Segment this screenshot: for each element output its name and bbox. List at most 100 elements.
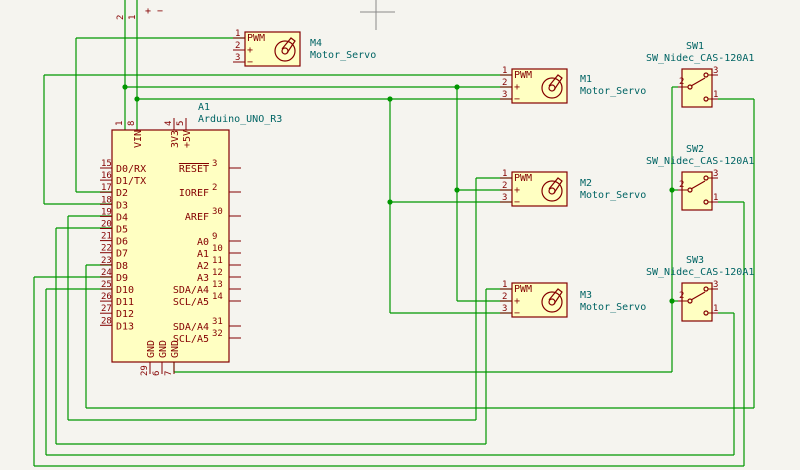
arduino-pin-num: 17 xyxy=(101,183,112,193)
switch-sw2[interactable]: SW2SW_Nidec_CAS-120A1 2 3 1 xyxy=(646,144,754,211)
arduino-pin-num: 18 xyxy=(101,195,112,205)
servo-plus-label: + xyxy=(514,185,520,196)
servo-pin-num: 2 xyxy=(502,181,507,191)
servo-pin-num: 3 xyxy=(502,193,507,203)
servo-m2[interactable]: 1 2 3 PWM+− M2Motor_Servo xyxy=(500,169,646,208)
arduino-pin-name: D5 xyxy=(116,225,128,236)
arduino-value: Arduino_UNO_R3 xyxy=(198,114,282,125)
crosshair-cursor xyxy=(360,0,395,30)
servo-plus-label: + xyxy=(514,296,520,307)
arduino-pin-name: D12 xyxy=(116,309,134,320)
servo-group: 123PWM+−M4Motor_Servo123PWM+−M1Motor_Ser… xyxy=(233,29,646,319)
power-pin-1: 1 xyxy=(128,15,138,20)
arduino-bottom-pins: 29 GND 6 GND 7 GND xyxy=(140,340,181,376)
arduino-pin-name: D7 xyxy=(116,249,128,260)
servo-pwm-label: PWM xyxy=(514,70,532,81)
arduino-pin-name: D2 xyxy=(116,188,128,199)
switch-pin-num: 1 xyxy=(713,90,718,100)
switch-value: SW_Nidec_CAS-120A1 xyxy=(646,267,754,278)
arduino-pin-num: 20 xyxy=(101,220,112,230)
servo-m3[interactable]: 1 2 3 PWM+− M3Motor_Servo xyxy=(500,280,646,319)
servo-plus-label: + xyxy=(247,45,253,56)
arduino-pin-num: 10 xyxy=(212,244,223,254)
junction xyxy=(387,96,393,102)
arduino-pin-name: GND xyxy=(158,340,169,358)
switch-value: SW_Nidec_CAS-120A1 xyxy=(646,53,754,64)
arduino-pin-num: 16 xyxy=(101,171,112,181)
servo-value: Motor_Servo xyxy=(580,86,646,97)
junction xyxy=(387,199,393,205)
switch-group: SW1SW_Nidec_CAS-120A1231SW2SW_Nidec_CAS-… xyxy=(646,41,754,322)
arduino-pin-num: 15 xyxy=(101,159,112,169)
arduino-pin-num: 2 xyxy=(212,183,217,193)
arduino-pin-name: 3V3 xyxy=(170,130,181,148)
arduino-pin-num: 21 xyxy=(101,232,112,242)
servo-m1[interactable]: 1 2 3 PWM+− M1Motor_Servo xyxy=(500,66,646,105)
arduino-pin-name: D13 xyxy=(116,321,134,332)
arduino-pin-name: D3 xyxy=(116,200,128,211)
arduino-pin-num: 11 xyxy=(212,256,223,266)
arduino-ref: A1 xyxy=(198,102,210,113)
switch-pin-num: 2 xyxy=(679,180,684,190)
arduino-pin-name: D9 xyxy=(116,273,128,284)
servo-pin-num: 3 xyxy=(235,53,240,63)
arduino-pin-name: VIN xyxy=(133,130,144,148)
junction xyxy=(454,84,460,90)
switch-ref: SW1 xyxy=(686,41,704,52)
arduino-pin-name: A0 xyxy=(197,237,209,248)
power-plus-label: + xyxy=(145,6,151,17)
switch-ref: SW2 xyxy=(686,144,704,155)
arduino-pin-num: 1 xyxy=(115,121,125,126)
arduino-pin-num: 24 xyxy=(101,268,112,278)
switch-pin-num: 1 xyxy=(713,193,718,203)
switch-value: SW_Nidec_CAS-120A1 xyxy=(646,156,754,167)
arduino-pin-num: 6 xyxy=(152,371,162,376)
servo-plus-label: + xyxy=(514,82,520,93)
arduino-pin-name: SCL/A5 xyxy=(173,297,209,308)
switch-pin-num: 2 xyxy=(679,291,684,301)
servo-ref: M4 xyxy=(310,38,322,49)
arduino-pin-num: 9 xyxy=(212,232,217,242)
power-pin-2: 2 xyxy=(116,15,126,20)
servo-m4[interactable]: 1 2 3 PWM+− M4Motor_Servo xyxy=(233,29,376,68)
servo-pin-num: 3 xyxy=(502,90,507,100)
servo-ref: M2 xyxy=(580,178,592,189)
servo-minus-label: − xyxy=(514,197,520,208)
arduino-pin-name: D8 xyxy=(116,261,128,272)
arduino-pin-num: 25 xyxy=(101,280,112,290)
arduino-pin-name: D6 xyxy=(116,237,128,248)
servo-minus-label: − xyxy=(247,57,253,68)
switch-sw3[interactable]: SW3SW_Nidec_CAS-120A1 2 3 1 xyxy=(646,255,754,322)
arduino-pin-num: 27 xyxy=(101,304,112,314)
arduino-pin-name: SDA/A4 xyxy=(173,285,209,296)
servo-ref: M1 xyxy=(580,74,592,85)
servo-motor-icon xyxy=(541,180,563,202)
servo-pin-num: 1 xyxy=(502,169,507,179)
arduino-pin-num: 5 xyxy=(176,121,186,126)
arduino-pin-name: D11 xyxy=(116,297,134,308)
servo-minus-label: − xyxy=(514,308,520,319)
arduino-pin-num: 13 xyxy=(212,280,223,290)
servo-motor-icon xyxy=(541,291,563,313)
arduino-pin-num: 29 xyxy=(140,365,150,376)
servo-motor-icon xyxy=(274,40,296,62)
arduino-pin-num: 31 xyxy=(212,317,223,327)
servo-pin-num: 2 xyxy=(502,292,507,302)
junction xyxy=(669,298,675,304)
switch-pin-num: 3 xyxy=(713,280,718,290)
power-minus-label: − xyxy=(157,6,163,17)
servo-pwm-label: PWM xyxy=(514,173,532,184)
arduino-pin-name: RESET xyxy=(179,164,209,175)
servo-pwm-label: PWM xyxy=(514,284,532,295)
junction xyxy=(134,96,140,102)
servo-pin-num: 1 xyxy=(235,29,240,39)
arduino-pin-name: D10 xyxy=(116,285,134,296)
arduino-pin-name: AREF xyxy=(185,212,209,223)
arduino-pin-num: 22 xyxy=(101,244,112,254)
arduino-uno-symbol[interactable]: A1 Arduino_UNO_R3 15 D0/RX16 D1/TX17 D218 D3… xyxy=(100,102,282,376)
servo-pin-num: 3 xyxy=(502,304,507,314)
servo-pin-num: 2 xyxy=(502,78,507,88)
servo-pin-num: 2 xyxy=(235,41,240,51)
switch-sw1[interactable]: SW1SW_Nidec_CAS-120A1 2 3 1 xyxy=(646,41,754,108)
switch-ref: SW3 xyxy=(686,255,704,266)
